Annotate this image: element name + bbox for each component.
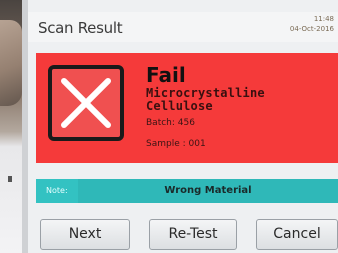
- clock-time: 11:48: [313, 15, 334, 23]
- device-screen: Scan Result 11:48 04-Oct-2016 Fail Micro…: [28, 0, 338, 253]
- material-name-line-2: Cellulose: [146, 99, 213, 113]
- retest-button[interactable]: Re-Test: [149, 219, 237, 250]
- title-bar: Scan Result 11:48 04-Oct-2016: [28, 12, 338, 42]
- photo-person: [0, 20, 22, 106]
- background-photo: [0, 0, 28, 253]
- material-name-line-1: Microcrystalline: [146, 86, 265, 100]
- sample-info: Sample : 001: [146, 139, 206, 149]
- batch-info: Batch: 456: [146, 118, 195, 128]
- clock-date: 04-Oct-2016: [289, 25, 334, 33]
- note-label: Note:: [36, 179, 78, 203]
- result-status: Fail: [146, 63, 186, 87]
- page-title: Scan Result: [38, 19, 123, 37]
- next-button[interactable]: Next: [40, 219, 130, 250]
- x-mark-icon: [48, 65, 124, 141]
- x-mark-graphic: [61, 78, 111, 128]
- result-panel: Fail Microcrystalline Cellulose Batch: 4…: [36, 53, 338, 163]
- bezel-marker: [8, 176, 12, 182]
- note-bar: Note: Wrong Material: [36, 179, 338, 203]
- cancel-button[interactable]: Cancel: [256, 219, 338, 250]
- note-text: Wrong Material: [164, 185, 252, 196]
